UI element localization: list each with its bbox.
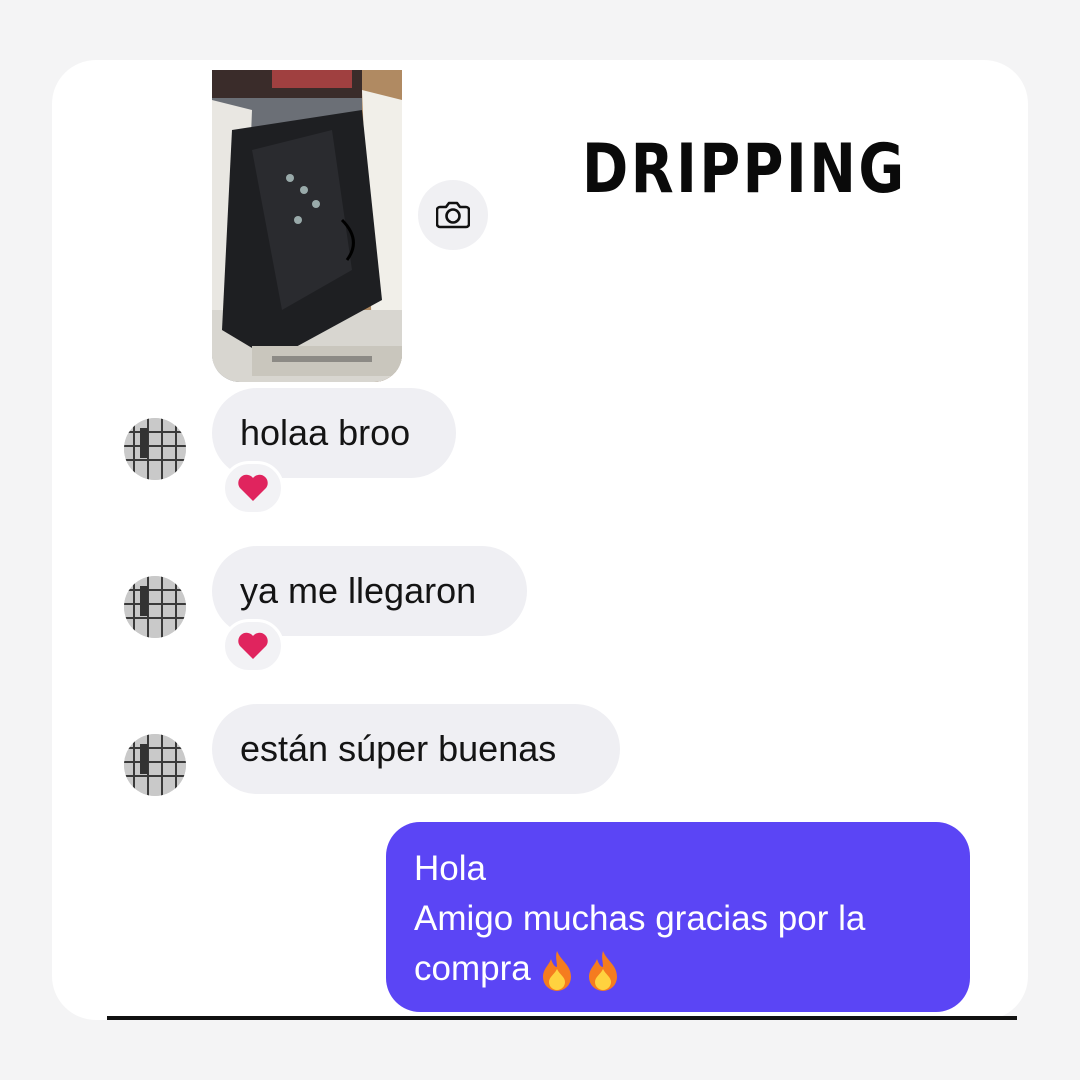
avatar-image bbox=[124, 418, 186, 480]
avatar[interactable] bbox=[124, 418, 186, 480]
message-bubble[interactable]: están súper buenas bbox=[212, 704, 620, 794]
camera-button[interactable] bbox=[418, 180, 488, 250]
sent-line-1: Hola bbox=[414, 849, 486, 888]
fire-emoji-icon bbox=[542, 950, 571, 991]
shoe-photo bbox=[212, 70, 402, 382]
camera-icon bbox=[436, 201, 470, 229]
avatar[interactable] bbox=[124, 576, 186, 638]
fire-emoji-icon bbox=[588, 950, 617, 991]
chat-card: DRIPPING holaa broo ya me llegaron están… bbox=[52, 60, 1028, 1020]
sent-message-bubble[interactable]: Hola Amigo muchas gracias por la compra bbox=[386, 822, 970, 1012]
bottom-edge-line bbox=[107, 1016, 1017, 1020]
heart-icon bbox=[238, 632, 268, 659]
reaction-badge[interactable] bbox=[222, 461, 284, 515]
shoe-photo-message[interactable] bbox=[212, 70, 402, 382]
avatar[interactable] bbox=[124, 734, 186, 796]
sent-line-3-text: compra bbox=[414, 949, 531, 988]
avatar-image bbox=[124, 734, 186, 796]
avatar-image bbox=[124, 576, 186, 638]
sent-line-2: Amigo muchas gracias por la bbox=[414, 899, 866, 938]
heart-icon bbox=[238, 474, 268, 501]
brand-logo-text: DRIPPING bbox=[582, 130, 907, 209]
reaction-badge[interactable] bbox=[222, 619, 284, 673]
sent-line-3: compra bbox=[414, 944, 942, 994]
